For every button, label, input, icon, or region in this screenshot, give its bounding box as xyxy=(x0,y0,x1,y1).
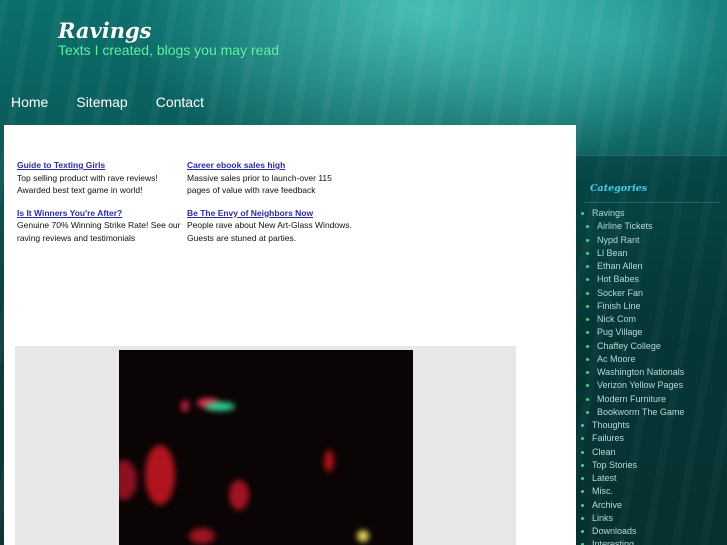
category-link[interactable]: Top Stories xyxy=(580,459,684,472)
sidebar: Categories Ravings Airline Tickets Nypd Ra… xyxy=(576,155,727,545)
category-link[interactable]: Hot Babes xyxy=(580,273,684,286)
category-link[interactable]: Ll Bean xyxy=(580,247,684,260)
photo-light xyxy=(181,400,189,412)
category-link[interactable]: Verizon Yellow Pages xyxy=(580,379,684,392)
category-link[interactable]: Socker Fan xyxy=(580,287,684,300)
divider xyxy=(584,202,720,203)
photo-light xyxy=(145,445,175,505)
category-link[interactable]: Ac Moore xyxy=(580,353,684,366)
category-link[interactable]: Archive xyxy=(580,499,684,512)
category-link[interactable]: Clean xyxy=(580,446,684,459)
post-photo[interactable] xyxy=(119,350,413,545)
main-nav: Home Sitemap Contact xyxy=(11,94,204,110)
photo-light xyxy=(189,528,215,544)
ad-text: Massive sales prior to launch-over 115 p… xyxy=(187,172,332,196)
category-link[interactable]: Interesting xyxy=(580,538,684,545)
ad-title-link[interactable]: Be The Envy of Neighbors Now xyxy=(187,207,357,220)
category-link[interactable]: Latest xyxy=(580,472,684,485)
site-title[interactable]: Ravings xyxy=(58,18,152,43)
ad-unit: Career ebook sales high Massive sales pr… xyxy=(187,159,357,197)
ad-unit: Guide to Texting Girls Top selling produ… xyxy=(17,159,187,197)
category-link[interactable]: Ravings xyxy=(580,207,684,220)
nav-sitemap-link[interactable]: Sitemap xyxy=(76,94,127,110)
nav-contact-link[interactable]: Contact xyxy=(156,94,204,110)
photo-light xyxy=(229,480,249,510)
photo-frame xyxy=(15,346,516,545)
ad-title-link[interactable]: Career ebook sales high xyxy=(187,159,357,172)
category-link[interactable]: Failures xyxy=(580,432,684,445)
site-tagline: Texts I created, blogs you may read xyxy=(58,42,279,58)
photo-light xyxy=(205,402,235,411)
category-link[interactable]: Finish Line xyxy=(580,300,684,313)
photo-light xyxy=(119,460,137,500)
category-link[interactable]: Airline Tickets xyxy=(580,220,684,233)
main-content: Guide to Texting Girls Top selling produ… xyxy=(4,125,576,545)
photo-light xyxy=(324,450,334,472)
photo-light xyxy=(357,530,369,542)
category-link[interactable]: Nick Com xyxy=(580,313,684,326)
ad-text: People rave about New Art-Glass Windows.… xyxy=(187,220,352,243)
nav-home-link[interactable]: Home xyxy=(11,94,48,110)
category-link[interactable]: Modern Furniture xyxy=(580,393,684,406)
ad-block: Guide to Texting Girls Top selling produ… xyxy=(17,159,357,244)
categories-heading: Categories xyxy=(590,183,648,194)
category-link[interactable]: Links xyxy=(580,512,684,525)
category-link[interactable]: Downloads xyxy=(580,525,684,538)
ad-text: Genuine 70% Winning Strike Rate! See our… xyxy=(17,220,181,243)
category-link[interactable]: Bookworm The Game xyxy=(580,406,684,419)
categories-list: Ravings Airline Tickets Nypd Rant Ll Bean Et… xyxy=(580,207,684,545)
category-link[interactable]: Chaffey College xyxy=(580,340,684,353)
category-link[interactable]: Nypd Rant xyxy=(580,234,684,247)
ad-title-link[interactable]: Guide to Texting Girls xyxy=(17,159,187,172)
category-link[interactable]: Ethan Allen xyxy=(580,260,684,273)
ad-text: Top selling product with rave reviews! A… xyxy=(17,172,158,196)
ad-unit: Is It Winners You're After? Genuine 70% … xyxy=(17,207,187,245)
ad-unit: Be The Envy of Neighbors Now People rave… xyxy=(187,207,357,245)
category-link[interactable]: Thoughts xyxy=(580,419,684,432)
category-link[interactable]: Pug Village xyxy=(580,326,684,339)
category-link[interactable]: Washington Nationals xyxy=(580,366,684,379)
category-link[interactable]: Misc. xyxy=(580,485,684,498)
ad-title-link[interactable]: Is It Winners You're After? xyxy=(17,207,187,220)
